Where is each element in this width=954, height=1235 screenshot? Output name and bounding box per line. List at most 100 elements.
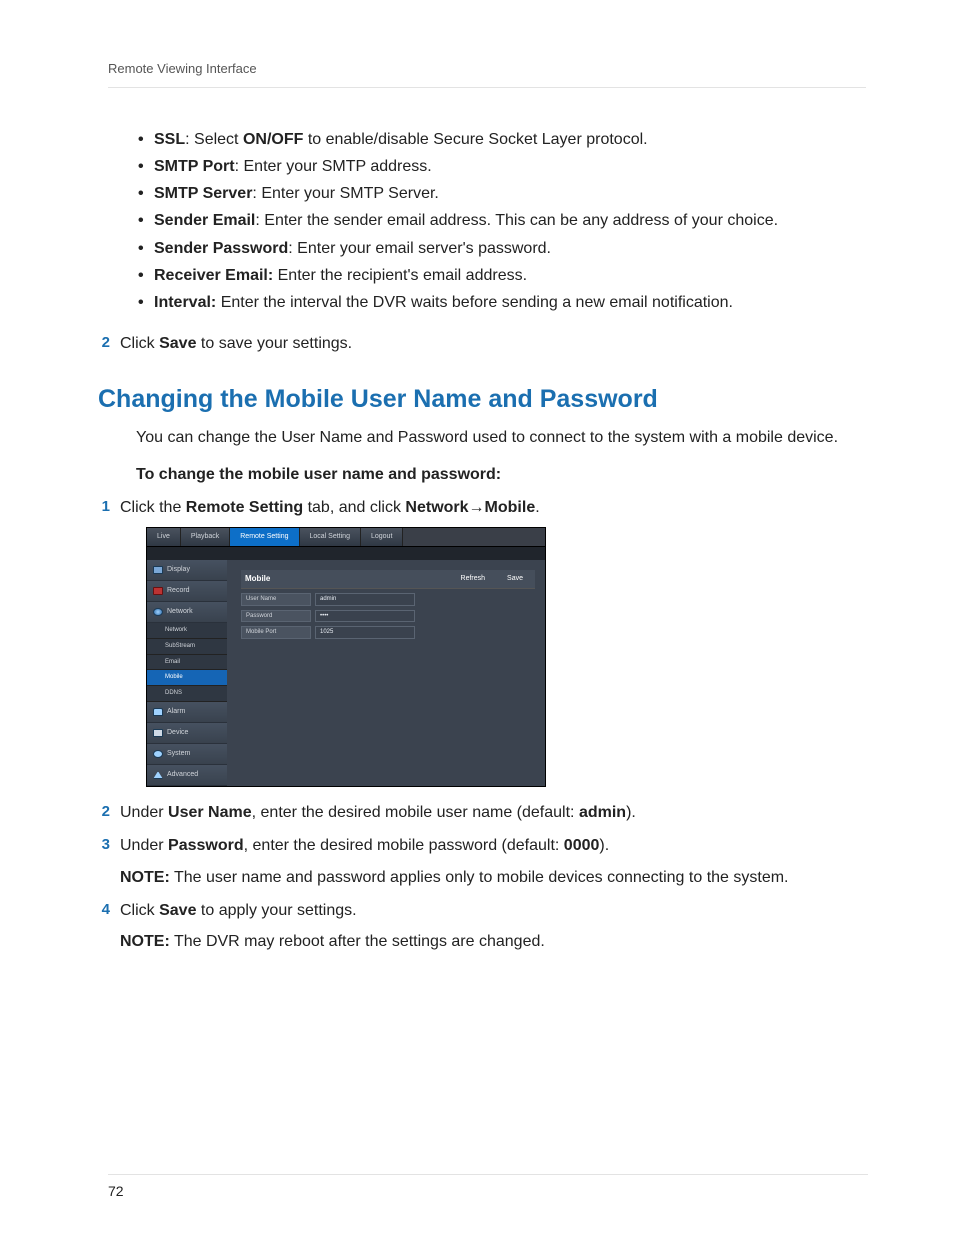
sidebar-item-network[interactable]: Network: [147, 602, 227, 623]
user-name-input[interactable]: admin: [315, 593, 415, 606]
field-label: Mobile Port: [241, 626, 311, 639]
bullet-body: Enter the recipient's email address.: [273, 267, 527, 284]
sidebar-item-label: Advanced: [167, 770, 198, 780]
note: NOTE: The user name and password applies…: [120, 866, 866, 889]
bullet-term: Sender Email: [154, 212, 255, 229]
sidebar-item-label: Network: [167, 607, 193, 617]
form-row: Mobile Port 1025: [241, 626, 535, 639]
bullet-list: SSL: Select ON/OFF to enable/disable Sec…: [136, 128, 866, 314]
sidebar-item-record[interactable]: Record: [147, 581, 227, 602]
section-subheading: To change the mobile user name and passw…: [136, 463, 866, 486]
step-bold: Password: [168, 837, 244, 854]
step-number: 2: [88, 801, 110, 823]
panel: Mobile Refresh Save User Name admin Passwo…: [227, 560, 545, 786]
field-label: Password: [241, 610, 311, 623]
step-bold: admin: [579, 804, 626, 821]
step-bold: 0000: [564, 837, 600, 854]
sidebar-item-label: Display: [167, 565, 190, 575]
tab-bar: LivePlaybackRemote SettingLocal SettingL…: [147, 528, 545, 547]
bullet-term: Interval:: [154, 294, 216, 311]
sidebar-item-display[interactable]: Display: [147, 560, 227, 581]
step-bold: Remote Setting: [186, 499, 303, 516]
page-header: Remote Viewing Interface: [108, 60, 866, 88]
sidebar-item-device[interactable]: Device: [147, 723, 227, 744]
bullet-item: SMTP Server: Enter your SMTP Server.: [136, 182, 866, 205]
red-icon: [153, 587, 163, 595]
screenshot: LivePlaybackRemote SettingLocal SettingL…: [146, 527, 546, 787]
page-number: 72: [108, 1174, 868, 1201]
section-intro: You can change the User Name and Passwor…: [136, 426, 866, 449]
note-body: The user name and password applies only …: [170, 869, 789, 886]
tab-live[interactable]: Live: [147, 528, 181, 546]
sidebar: DisplayRecordNetworkNetworkSubStreamEmai…: [147, 560, 227, 786]
step-text: to save your settings.: [196, 335, 352, 352]
step-3: 3 Under Password, enter the desired mobi…: [88, 834, 866, 857]
sidebar-item-advanced[interactable]: Advanced: [147, 765, 227, 786]
step-text: tab, and click: [303, 499, 405, 516]
bullet-tail: to enable/disable Secure Socket Layer pr…: [303, 131, 647, 148]
sidebar-item-system[interactable]: System: [147, 744, 227, 765]
sidebar-sub-email[interactable]: Email: [147, 655, 227, 671]
sidebar-item-label: Alarm: [167, 707, 185, 717]
note-label: NOTE:: [120, 869, 170, 886]
bullet-body: : Enter your SMTP Server.: [252, 185, 438, 202]
tab-remote-setting[interactable]: Remote Setting: [230, 528, 299, 546]
sidebar-sub-substream[interactable]: SubStream: [147, 639, 227, 655]
step-number: 1: [88, 496, 110, 518]
bullet-body: : Enter your SMTP address.: [235, 158, 432, 175]
step-bold: Mobile: [485, 499, 536, 516]
step-1: 1 Click the Remote Setting tab, and clic…: [88, 496, 866, 519]
bullet-term: Receiver Email:: [154, 267, 273, 284]
bullet-body: : Enter the sender email address. This c…: [255, 212, 778, 229]
bell-icon: [153, 708, 163, 716]
display-icon: [153, 566, 163, 574]
step-text: ).: [599, 837, 609, 854]
password-input[interactable]: ••••: [315, 610, 415, 623]
globe-icon: [153, 608, 163, 616]
note-body: The DVR may reboot after the settings ar…: [170, 933, 545, 950]
tab-logout[interactable]: Logout: [361, 528, 403, 546]
mobile-port-input[interactable]: 1025: [315, 626, 415, 639]
tab-local-setting[interactable]: Local Setting: [300, 528, 361, 546]
bullet-body: Enter the interval the DVR waits before …: [216, 294, 733, 311]
step-text: , enter the desired mobile user name (de…: [252, 804, 579, 821]
bullet-body: : Enter your email server's password.: [288, 240, 551, 257]
bullet-item: Sender Password: Enter your email server…: [136, 237, 866, 260]
bullet-mid: ON/OFF: [243, 131, 303, 148]
bullet-item: Receiver Email: Enter the recipient's em…: [136, 264, 866, 287]
bullet-term: SMTP Server: [154, 185, 252, 202]
step-bold: Save: [159, 902, 196, 919]
arrow-icon: →: [469, 499, 485, 516]
step-text: Under: [120, 804, 168, 821]
section-heading: Changing the Mobile User Name and Passwo…: [98, 381, 866, 417]
step-text: ).: [626, 804, 636, 821]
step-text: Click: [120, 902, 159, 919]
adv-icon: [153, 771, 163, 779]
step-4: 4 Click Save to apply your settings.: [88, 899, 866, 922]
step-bold: Save: [159, 335, 196, 352]
bullet-term: SMTP Port: [154, 158, 235, 175]
sidebar-sub-network[interactable]: Network: [147, 623, 227, 639]
sidebar-sub-ddns[interactable]: DDNS: [147, 686, 227, 702]
step-number: 2: [88, 332, 110, 354]
bullet-item: Sender Email: Enter the sender email add…: [136, 209, 866, 232]
save-button[interactable]: Save: [499, 573, 531, 585]
step-save: 2 Click Save to save your settings.: [88, 332, 866, 355]
bullet-body: : Select: [185, 131, 243, 148]
step-number: 3: [88, 834, 110, 856]
form-row: Password ••••: [241, 610, 535, 623]
step-text: .: [535, 499, 539, 516]
note-label: NOTE:: [120, 933, 170, 950]
bullet-term: SSL: [154, 131, 185, 148]
sidebar-item-alarm[interactable]: Alarm: [147, 702, 227, 723]
sidebar-item-label: System: [167, 749, 190, 759]
tab-playback[interactable]: Playback: [181, 528, 230, 546]
sidebar-sub-mobile[interactable]: Mobile: [147, 670, 227, 686]
sidebar-item-label: Device: [167, 728, 188, 738]
step-text: to apply your settings.: [196, 902, 356, 919]
field-label: User Name: [241, 593, 311, 606]
refresh-button[interactable]: Refresh: [453, 573, 494, 585]
step-text: Click the: [120, 499, 186, 516]
panel-title: Mobile: [245, 573, 325, 585]
bullet-item: SMTP Port: Enter your SMTP address.: [136, 155, 866, 178]
